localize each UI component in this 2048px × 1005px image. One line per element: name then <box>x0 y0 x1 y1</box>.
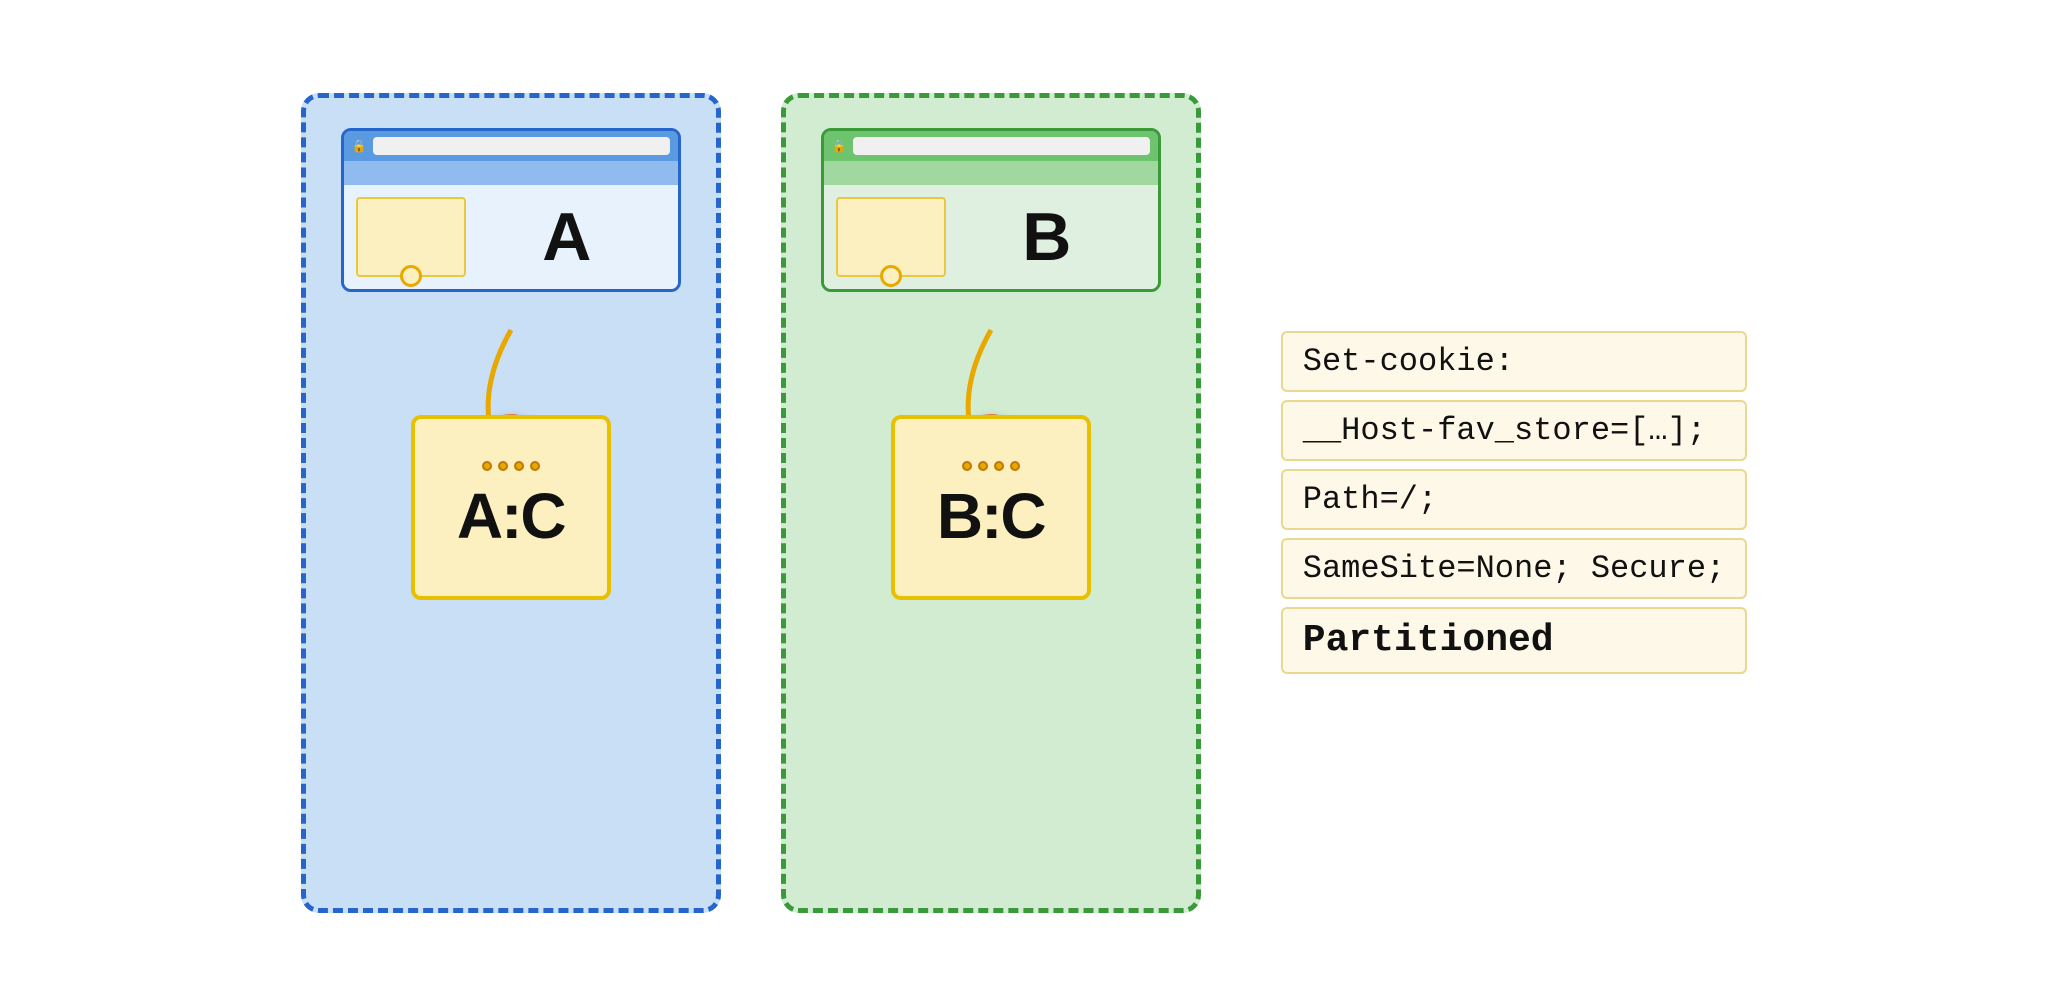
storage-box-b: B:C <box>891 415 1091 600</box>
iframe-b <box>836 197 946 277</box>
storage-dots-b <box>962 461 1020 471</box>
code-line-0: Set-cookie: <box>1281 331 1747 392</box>
browser-titlebar-a: 🔒 <box>344 131 678 161</box>
browser-content-a: A <box>344 185 678 289</box>
storage-dot <box>1010 461 1020 471</box>
iframe-a <box>356 197 466 277</box>
code-line-4: Partitioned <box>1281 607 1747 674</box>
storage-dot <box>514 461 524 471</box>
code-box-container: Set-cookie: __Host-fav_store=[…]; Path=/… <box>1281 331 1747 674</box>
storage-dot <box>962 461 972 471</box>
storage-dots-a <box>482 461 540 471</box>
lock-icon-b: 🔒 <box>832 139 847 153</box>
arrow-cookie-a: 🍪 A:C <box>341 320 681 600</box>
partition-box-a: 🔒 A 🍪 <box>301 93 721 913</box>
browser-window-a: 🔒 A <box>341 128 681 292</box>
site-label-b: B <box>946 197 1146 277</box>
storage-box-a: A:C <box>411 415 611 600</box>
lock-icon-a: 🔒 <box>352 139 367 153</box>
storage-label-a: A:C <box>457 479 565 553</box>
code-line-1: __Host-fav_store=[…]; <box>1281 400 1747 461</box>
code-line-2: Path=/; <box>1281 469 1747 530</box>
browser-content-b: B <box>824 185 1158 289</box>
iframe-circle-a <box>400 265 422 287</box>
partition-box-b: 🔒 B 🍪 <box>781 93 1201 913</box>
browser-toolbar-b <box>824 161 1158 185</box>
arrow-cookie-b: 🍪 B:C <box>821 320 1161 600</box>
storage-dot <box>482 461 492 471</box>
storage-dot <box>498 461 508 471</box>
url-bar-a <box>373 137 670 155</box>
iframe-circle-b <box>880 265 902 287</box>
browser-toolbar-a <box>344 161 678 185</box>
browser-window-b: 🔒 B <box>821 128 1161 292</box>
main-container: 🔒 A 🍪 <box>261 53 1787 953</box>
storage-dot <box>978 461 988 471</box>
url-bar-b <box>853 137 1150 155</box>
site-label-a: A <box>466 197 666 277</box>
code-line-3: SameSite=None; Secure; <box>1281 538 1747 599</box>
browser-titlebar-b: 🔒 <box>824 131 1158 161</box>
storage-dot <box>530 461 540 471</box>
storage-dot <box>994 461 1004 471</box>
storage-label-b: B:C <box>937 479 1045 553</box>
